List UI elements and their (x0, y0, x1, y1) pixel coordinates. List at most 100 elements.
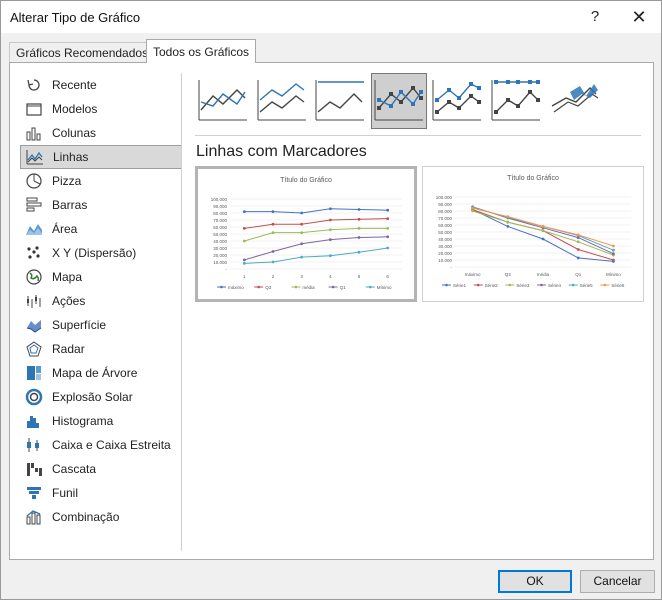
subtype-100-stacked-line-with-markers[interactable] (488, 73, 544, 129)
treemap-chart-icon (25, 364, 43, 382)
sidebar-item-label: Colunas (52, 126, 97, 140)
data-point (471, 206, 474, 210)
y-tick-label: 30.000 (213, 246, 227, 251)
legend-label: média (302, 285, 315, 290)
sidebar-item-line[interactable]: Linhas (20, 145, 182, 169)
x-tick-label: 5 (358, 274, 361, 279)
sidebar-item-pie[interactable]: Pizza (20, 169, 182, 193)
data-point (386, 217, 390, 220)
legend-label: Série2 (485, 283, 499, 288)
ok-button[interactable]: OK (498, 570, 572, 593)
sidebar-item-funnel[interactable]: Funil (20, 481, 182, 505)
map-chart-icon (25, 268, 43, 286)
x-tick-label: Q1 (575, 272, 582, 277)
preview-chart-title: Título do Gráfico (507, 175, 559, 182)
x-tick-label: máximo (465, 272, 481, 277)
sidebar-item-label: Explosão Solar (52, 390, 133, 404)
y-tick-label: 40.000 (438, 237, 452, 242)
waterfall-chart-icon (25, 460, 43, 478)
data-point (328, 254, 332, 258)
sidebar-item-label: Barras (52, 198, 88, 212)
sidebar-item-scatter[interactable]: X Y (Dispersão) (20, 241, 182, 265)
sidebar-item-box-whisker[interactable]: Caixa e Caixa Estreita (20, 433, 182, 457)
legend-label: Q3 (265, 285, 272, 290)
legend-label: Série4 (548, 283, 562, 288)
data-point (242, 210, 246, 213)
data-point (242, 262, 246, 265)
data-point (576, 233, 580, 237)
selected-subtype-title: Linhas com Marcadores (196, 143, 367, 160)
sidebar-item-label: Pizza (52, 174, 82, 188)
subtype-stacked-line[interactable] (254, 73, 310, 129)
close-button[interactable]: ✕ (625, 5, 653, 29)
y-tick-label: 30.000 (438, 244, 452, 249)
sunburst-chart-icon (25, 388, 43, 406)
data-point (386, 208, 390, 212)
legend-label: Série1 (453, 283, 467, 288)
y-tick-label: 50.000 (213, 232, 227, 237)
sidebar-item-treemap[interactable]: Mapa de Árvore (20, 361, 182, 385)
tab-all-charts[interactable]: Todos os Gráficos (146, 39, 257, 63)
data-point (242, 227, 246, 230)
stacked-line-with-markers-icon (429, 72, 485, 131)
y-tick-label: 10.000 (438, 258, 452, 263)
sidebar-item-combo[interactable]: Combinação (20, 505, 182, 529)
sidebar-item-recent[interactable]: Recente (20, 73, 182, 97)
histogram-chart-icon (25, 412, 43, 430)
series-line (244, 247, 388, 264)
legend-label: Série5 (580, 283, 594, 288)
legend-marker (257, 285, 260, 289)
data-point (271, 210, 275, 213)
sidebar-item-label: Mapa (52, 270, 83, 284)
sidebar-item-column[interactable]: Colunas (20, 121, 182, 145)
cancel-button[interactable]: Cancelar (580, 570, 655, 593)
data-point (612, 252, 615, 256)
sidebar-item-map[interactable]: Mapa (20, 265, 182, 289)
funnel-chart-icon (25, 484, 43, 502)
chart-preview-1[interactable]: Título do Gráfico 100.000 90.000 80.000 70.0… (195, 166, 417, 302)
100-stacked-line-with-markers-icon (488, 72, 544, 131)
sidebar-item-bar[interactable]: Barras (20, 193, 182, 217)
chart-preview-1-svg: Título do Gráfico 100.000 90.000 80.000 70.0… (211, 177, 402, 290)
data-point (328, 218, 332, 222)
legend-marker (220, 285, 223, 289)
legend-marker (445, 283, 448, 287)
subtype-100-stacked-line[interactable] (312, 73, 368, 129)
y-tick-label: 100.000 (211, 197, 228, 202)
data-point (576, 248, 580, 251)
pie-chart-icon (25, 172, 43, 190)
sidebar-item-waterfall[interactable]: Cascata (20, 457, 182, 481)
sidebar-item-radar[interactable]: Radar (20, 337, 182, 361)
legend-marker (571, 283, 575, 287)
data-point (357, 208, 361, 211)
sidebar-item-histogram[interactable]: Histograma (20, 409, 182, 433)
folder-icon (25, 100, 43, 118)
sidebar-item-label: X Y (Dispersão) (52, 246, 137, 260)
preview-chart-title: Título do Gráfico (280, 177, 332, 184)
dialog-title: Alterar Tipo de Gráfico (10, 10, 141, 25)
sidebar-item-sunburst[interactable]: Explosão Solar (20, 385, 182, 409)
chart-preview-2-svg: Título do Gráfico 100.000 90.000 80.000 70.0… (436, 175, 631, 288)
data-point (612, 248, 615, 252)
subtype-3d-line[interactable] (546, 73, 602, 129)
tab-recommended-charts[interactable]: Gráficos Recomendados (9, 42, 156, 63)
help-button[interactable]: ? (581, 5, 609, 29)
subtype-line[interactable] (195, 73, 251, 129)
sidebar-item-stock[interactable]: Ações (20, 289, 182, 313)
sidebar-item-area[interactable]: Área (20, 217, 182, 241)
subtype-line-with-markers[interactable] (370, 73, 427, 129)
bar-chart-icon (25, 196, 43, 214)
y-tick-label: 60.000 (213, 225, 227, 230)
data-point (386, 227, 390, 230)
sidebar-item-label: Ações (52, 294, 86, 308)
sidebar-item-folder[interactable]: Modelos (20, 97, 182, 121)
legend-label: Série6 (611, 283, 625, 288)
sidebar-item-surface[interactable]: Superfície (20, 313, 182, 337)
3d-line-icon (546, 72, 602, 131)
chart-preview-2[interactable]: Título do Gráfico 100.000 90.000 80.000 70.0… (422, 166, 644, 302)
sidebar-item-label: Modelos (52, 102, 98, 116)
data-point (328, 238, 332, 241)
sidebar-item-label: Área (52, 222, 78, 236)
subtype-stacked-line-with-markers[interactable] (429, 73, 485, 129)
legend-marker (603, 283, 607, 287)
